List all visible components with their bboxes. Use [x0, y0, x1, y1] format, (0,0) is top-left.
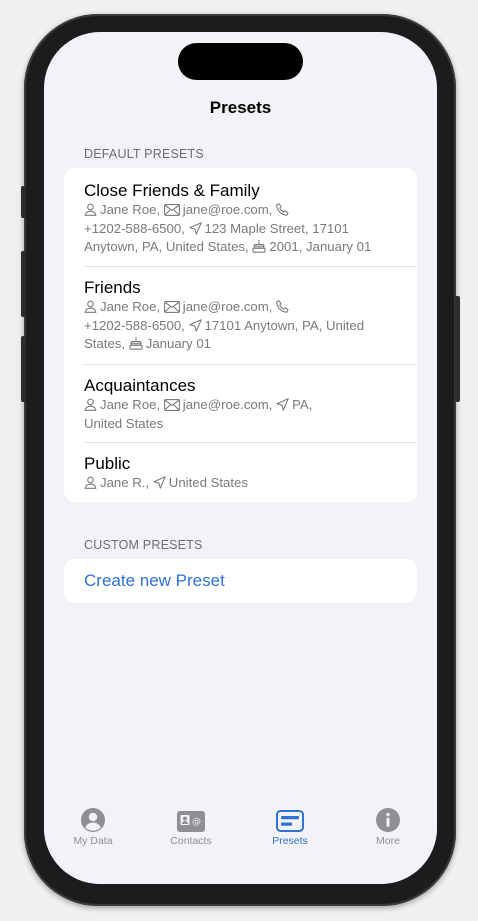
tab-contacts[interactable]: @ Contacts: [151, 804, 231, 847]
birthday-cake-icon: [129, 336, 143, 350]
create-new-preset-button[interactable]: Create new Preset: [64, 559, 417, 603]
preset-detail-text: 123 Maple Street, 17101: [204, 220, 349, 236]
volume-up-button: [21, 251, 26, 317]
preset-detail-line: United States: [84, 415, 397, 434]
preset-title: Public: [84, 454, 131, 473]
preset-details: Jane Roe, jane@roe.com, PA, United States: [84, 396, 397, 433]
preset-detail-text: United States: [84, 415, 164, 431]
preset-detail-line: Anytown, PA, United States, 2001, Januar…: [84, 238, 397, 257]
default-presets-list: Close Friends & Family Jane Roe, jane@ro…: [64, 168, 417, 502]
screen: Presets DEFAULT PRESETS Close Friends & …: [44, 32, 437, 884]
info-circle-icon: [348, 804, 428, 832]
preset-row-0[interactable]: Close Friends & Family Jane Roe, jane@ro…: [64, 168, 417, 266]
preset-detail-text: Jane Roe,: [100, 202, 161, 217]
preset-row-1[interactable]: Friends Jane Roe, jane@roe.com, +1202-58…: [64, 266, 417, 364]
preset-detail-line: States, January 01: [84, 335, 397, 354]
preset-title: Friends: [84, 278, 141, 297]
preset-row-2[interactable]: Acquaintances Jane Roe, jane@roe.com, PA…: [64, 364, 417, 442]
person-icon: [84, 476, 97, 489]
preset-detail-line: Jane Roe, jane@roe.com,: [84, 298, 397, 317]
location-arrow-icon: [153, 476, 166, 489]
preset-detail-line: Jane Roe, jane@roe.com,: [84, 201, 397, 220]
preset-detail-text: Jane Roe,: [100, 299, 161, 314]
envelope-icon: [163, 204, 180, 216]
preset-details: Jane Roe, jane@roe.com, +1202-588-6500, …: [84, 298, 397, 354]
default-presets-header: DEFAULT PRESETS: [84, 147, 204, 161]
tab-label: Contacts: [170, 835, 212, 847]
phone-icon: [276, 300, 289, 313]
preset-title: Close Friends & Family: [84, 181, 260, 200]
location-arrow-icon: [276, 398, 289, 411]
contact-card-icon: @: [151, 804, 231, 832]
custom-presets-header: CUSTOM PRESETS: [84, 538, 203, 552]
person-icon: [84, 300, 97, 313]
preset-detail-text: Anytown, PA, United States,: [84, 239, 249, 254]
tab-presets[interactable]: Presets: [250, 804, 330, 847]
preset-detail-text: January 01: [145, 336, 211, 351]
preset-detail-text: Jane Roe,: [100, 397, 161, 412]
preset-detail-line: +1202-588-6500, 17101 Anytown, PA, Unite…: [84, 317, 397, 336]
preset-detail-line: Jane R., United States: [84, 474, 397, 493]
preset-detail-text: Jane R.,: [100, 475, 150, 490]
volume-down-button: [21, 336, 26, 402]
envelope-icon: [163, 301, 180, 313]
preset-detail-text: 2001, January 01: [269, 239, 372, 254]
svg-text:@: @: [192, 817, 201, 827]
preset-detail-text: +1202-588-6500,: [84, 220, 185, 236]
person-circle-icon: [53, 804, 133, 832]
person-icon: [84, 398, 97, 411]
preset-detail-text: States,: [84, 336, 126, 351]
dynamic-island: [178, 43, 303, 80]
preset-detail-text: +1202-588-6500,: [84, 317, 185, 333]
preset-detail-line: +1202-588-6500, 123 Maple Street, 17101: [84, 220, 397, 239]
location-arrow-icon: [188, 318, 202, 332]
preset-detail-text: jane@roe.com,: [182, 299, 273, 314]
presets-card-icon: [250, 804, 330, 832]
envelope-icon: [163, 399, 180, 411]
preset-detail-text: 17101 Anytown, PA, United: [204, 317, 365, 333]
location-arrow-icon: [188, 221, 202, 235]
tab-label: Presets: [272, 835, 308, 847]
tab-label: My Data: [73, 835, 113, 847]
tab-my-data[interactable]: My Data: [53, 804, 133, 847]
birthday-cake-icon: [252, 239, 266, 253]
page-title: Presets: [209, 98, 272, 117]
tab-more[interactable]: More: [348, 804, 428, 847]
preset-row-3[interactable]: Public Jane R., United States: [64, 442, 417, 502]
phone-icon: [276, 203, 289, 216]
preset-detail-text: PA,: [292, 397, 313, 412]
preset-details: Jane R., United States: [84, 474, 397, 493]
tab-label: More: [376, 835, 400, 847]
preset-detail-text: United States: [168, 475, 248, 490]
preset-detail-text: jane@roe.com,: [182, 202, 273, 217]
custom-presets-list: Create new Preset: [64, 559, 417, 603]
action-button: [21, 186, 26, 218]
preset-detail-text: jane@roe.com,: [182, 397, 273, 412]
preset-details: Jane Roe, jane@roe.com, +1202-588-6500, …: [84, 201, 397, 257]
person-icon: [84, 203, 97, 216]
power-button: [455, 296, 460, 402]
preset-detail-line: Jane Roe, jane@roe.com, PA,: [84, 396, 397, 415]
preset-title: Acquaintances: [84, 376, 196, 395]
